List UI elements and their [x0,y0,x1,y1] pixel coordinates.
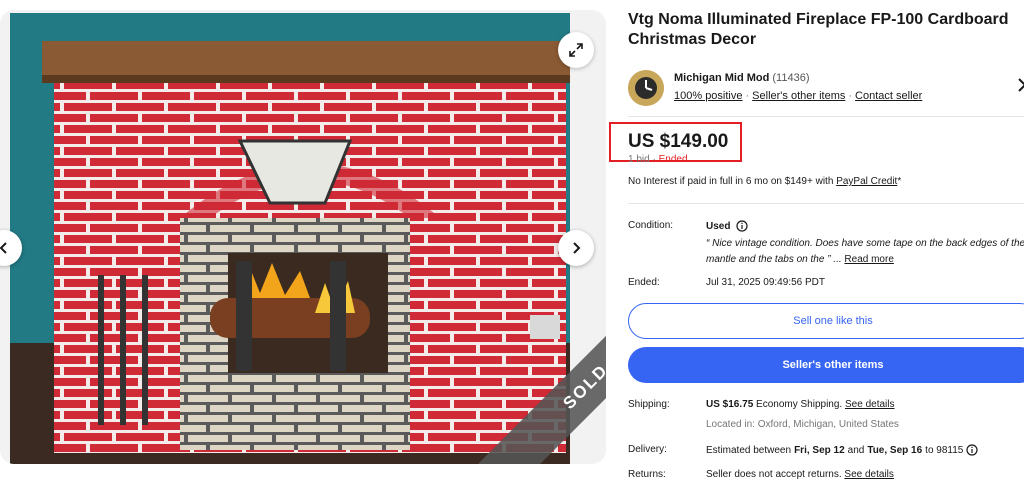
item-photo[interactable] [10,13,570,464]
ended-label: Ended: [628,277,660,288]
bid-separator: · [652,154,656,165]
divider [628,203,1024,204]
paypal-credit-link[interactable]: PayPal Credit [836,176,897,187]
link-separator: · [848,90,853,102]
delivery-and: and [847,444,865,456]
sellers-other-items-button[interactable]: Seller's other items [628,347,1024,383]
seller-other-items-link[interactable]: Seller's other items [752,90,845,102]
delivery-end: Tue, Sep 16 [867,444,923,456]
shipping-info: US $16.75 Economy Shipping. See details [706,399,894,410]
shipping-cost: US $16.75 [706,399,754,410]
condition-label: Condition: [628,220,674,231]
contact-seller-link[interactable]: Contact seller [855,90,922,102]
expand-image-button[interactable] [558,32,594,68]
chevron-right-icon[interactable] [1016,78,1024,92]
item-location: Located in: Oxford, Michigan, United Sta… [706,419,899,430]
seller-avatar[interactable] [628,70,664,106]
ended-value: Jul 31, 2025 09:49:56 PDT [706,277,825,288]
info-icon[interactable] [736,220,749,232]
image-gallery: SOLD [0,10,606,464]
delivery-label: Delivery: [628,444,667,455]
chevron-left-icon [0,242,7,254]
expand-arrows-icon [569,43,583,57]
delivery-prefix: Estimated between [706,444,792,456]
read-more-link[interactable]: Read more [844,254,893,265]
returns-text: Seller does not accept returns. [706,469,842,480]
shipping-method: Economy Shipping. [756,399,843,410]
divider [628,116,1024,117]
delivery-start: Fri, Sep 12 [794,444,845,456]
bid-status: 1 bid · Ended [628,154,688,165]
shipping-details-link[interactable]: See details [845,399,894,410]
returns-details-link[interactable]: See details [844,469,893,480]
returns-info: Seller does not accept returns. See deta… [706,469,894,480]
delivery-zip: to 98115 [925,444,964,456]
condition-description: “ Nice vintage condition. Does have some… [706,236,1024,268]
returns-label: Returns: [628,469,666,480]
info-icon[interactable] [966,444,978,456]
next-image-button[interactable] [558,230,594,266]
listing-title: Vtg Noma Illuminated Fireplace FP-100 Ca… [628,11,1009,48]
financing-suffix: * [897,176,902,187]
sell-one-like-this-button[interactable]: Sell one like this [628,303,1024,339]
seller-card: Michigan Mid Mod (11436) 100% positive · S… [628,70,1024,106]
condition-value-row: Used [706,220,749,232]
shipping-label: Shipping: [628,399,670,410]
chevron-right-icon [573,242,581,254]
auction-status: Ended [658,154,688,165]
link-separator: · [745,90,750,102]
bid-count: 1 bid [628,154,650,165]
seller-positive-link[interactable]: 100% positive [674,90,743,102]
seller-feedback-count: (11436) [772,72,810,84]
seller-name[interactable]: Michigan Mid Mod [674,72,769,84]
financing-text: No Interest if paid in full in 6 mo on $… [628,176,834,187]
clock-logo-icon [628,70,664,106]
financing-note: No Interest if paid in full in 6 mo on $… [628,176,901,187]
condition-value: Used [706,220,731,232]
delivery-info: Estimated between Fri, Sep 12 and Tue, S… [706,444,978,456]
